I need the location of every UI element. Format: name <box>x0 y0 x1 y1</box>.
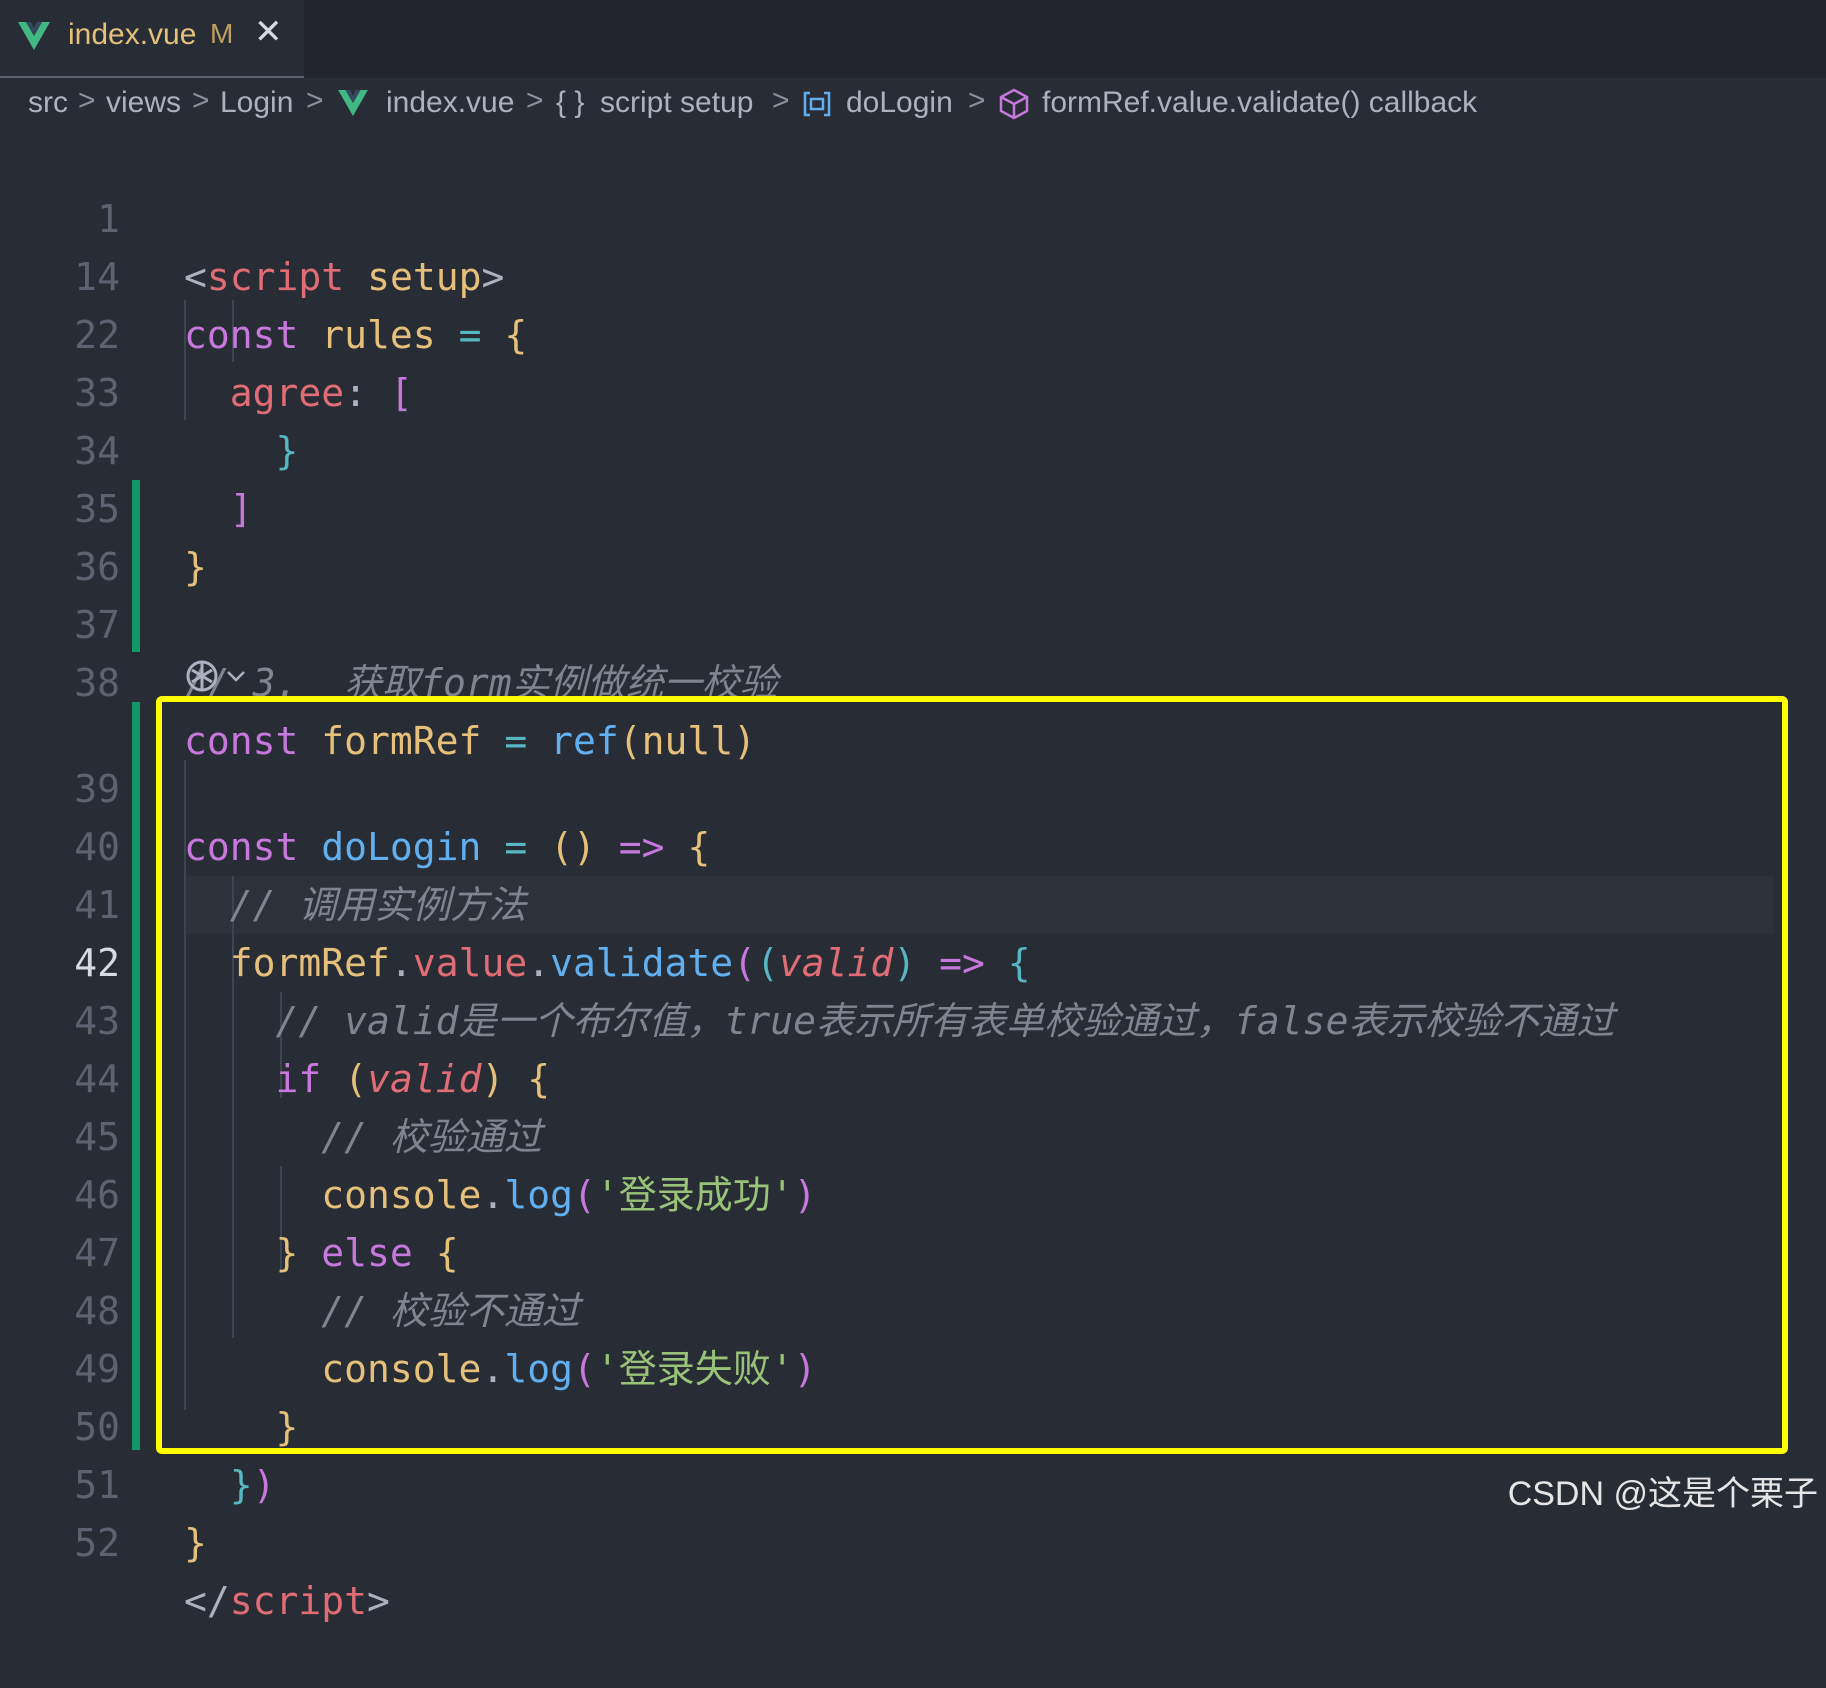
chevron-right-icon: > <box>968 84 986 117</box>
code-line[interactable]: 41 formRef.value.validate((valid) => { <box>0 818 1826 985</box>
code-line[interactable]: 45 console.log('登录成功') <box>0 1050 1826 1217</box>
tab-bar: index.vue M ✕ <box>0 0 1826 78</box>
copilot-icon[interactable] <box>182 656 252 696</box>
code-line[interactable]: 34 ] <box>0 364 1826 531</box>
code-line-active[interactable]: 42 // valid是一个布尔值，true表示所有表单校验通过，false表示… <box>0 876 1826 1043</box>
code-line[interactable]: 51 } <box>0 1398 1826 1565</box>
code-line[interactable]: 47 // 校验不通过 <box>0 1166 1826 1333</box>
codelens[interactable] <box>182 656 252 700</box>
breadcrumb-item-script-setup[interactable]: script setup <box>600 86 753 120</box>
code-line[interactable]: 36 <box>0 480 1826 589</box>
code-line[interactable]: 14 const rules = { <box>0 190 1826 357</box>
cube-icon <box>999 88 1029 120</box>
code-line[interactable]: 22 agree: [ <box>0 248 1826 415</box>
chevron-right-icon: > <box>306 84 324 117</box>
breadcrumb-item-callback[interactable]: formRef.value.validate() callback <box>1042 86 1477 120</box>
close-icon[interactable]: ✕ <box>254 12 283 52</box>
chevron-down-icon <box>227 671 245 682</box>
vue-icon <box>18 22 50 50</box>
method-icon <box>803 91 831 117</box>
code-line[interactable]: 39 const doLogin = () => { <box>0 702 1826 869</box>
code-line[interactable]: 38 const formRef = ref(null) <box>0 596 1826 763</box>
breadcrumb-item-src[interactable]: src <box>28 86 68 120</box>
code-line[interactable]: 43 if (valid) { <box>0 934 1826 1101</box>
code-line[interactable]: 46 } else { <box>0 1108 1826 1275</box>
chevron-right-icon: > <box>78 84 96 117</box>
chevron-right-icon: > <box>772 84 790 117</box>
code-line[interactable]: 33 } <box>0 306 1826 473</box>
code-line[interactable]: 1 <script setup> <box>0 132 1826 299</box>
breadcrumb-item-views[interactable]: views <box>106 86 181 120</box>
breadcrumb-item-file[interactable]: index.vue <box>386 86 514 120</box>
chevron-right-icon: > <box>526 84 544 117</box>
chevron-right-icon: > <box>192 84 210 117</box>
code-line[interactable]: 35 } <box>0 422 1826 589</box>
braces-icon: { } <box>556 86 585 119</box>
breadcrumb-item-login[interactable]: Login <box>220 86 293 120</box>
code-line[interactable]: 48 console.log('登录失败') <box>0 1224 1826 1391</box>
code-line[interactable]: 44 // 校验通过 <box>0 992 1826 1159</box>
breadcrumb-item-dologin[interactable]: doLogin <box>846 86 953 120</box>
code-line[interactable]: 50 }) <box>0 1340 1826 1507</box>
line-number: 52 <box>74 1521 120 1565</box>
breadcrumb: src > views > Login > index.vue > { } sc… <box>0 82 1826 132</box>
tab-index-vue[interactable]: index.vue M ✕ <box>0 0 304 78</box>
code-line[interactable]: 49 } <box>0 1282 1826 1449</box>
vue-icon <box>338 90 368 116</box>
modified-badge: M <box>210 18 234 49</box>
code-line[interactable]: 40 // 调用实例方法 <box>0 760 1826 927</box>
code-line[interactable]: 37 // 3. 获取form实例做统一校验 <box>0 538 1826 705</box>
tab-title: index.vue <box>68 18 197 51</box>
watermark: CSDN @这是个栗子 <box>1507 1475 1818 1513</box>
